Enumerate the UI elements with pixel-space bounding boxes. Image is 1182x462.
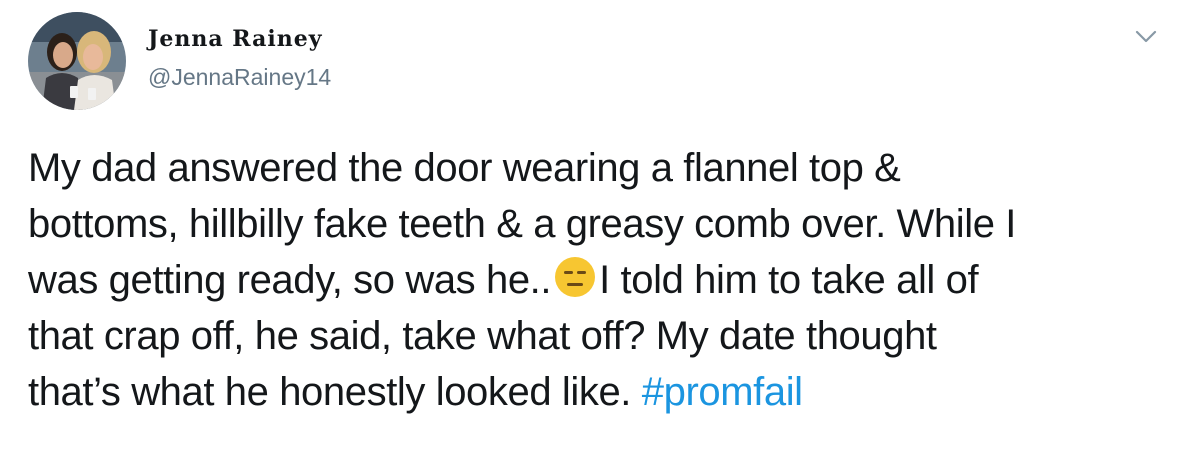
hashtag-link[interactable]: #promfail [642, 370, 803, 414]
chevron-down-icon[interactable] [1128, 24, 1164, 52]
expressionless-face-emoji-icon [553, 255, 597, 299]
tweet-text-line: was getting ready, so was he.. I told hi… [28, 252, 1158, 308]
display-name[interactable]: Jenna Rainey [148, 28, 323, 50]
tweet-text-fragment: was getting ready, so was he.. [28, 258, 552, 302]
tweet-text-line: My dad answered the door wearing a flann… [28, 146, 901, 190]
user-handle[interactable]: @JennaRainey14 [148, 66, 331, 89]
tweet-text-fragment: I told him to take all of [599, 258, 979, 302]
tweet-text-line: bottoms, hillbilly fake teeth & a greasy… [28, 202, 1016, 246]
tweet-text-line: that crap off, he said, take what off? M… [28, 314, 937, 358]
tweet-text: My dad answered the door wearing a flann… [28, 140, 1158, 420]
avatar[interactable] [28, 12, 126, 110]
tweet-text-fragment: that’s what he honestly looked like. [28, 370, 642, 414]
tweet-text-line: that’s what he honestly looked like. #pr… [28, 364, 1158, 420]
tweet-card: Jenna Rainey @JennaRainey14 My dad answe… [0, 0, 1182, 462]
